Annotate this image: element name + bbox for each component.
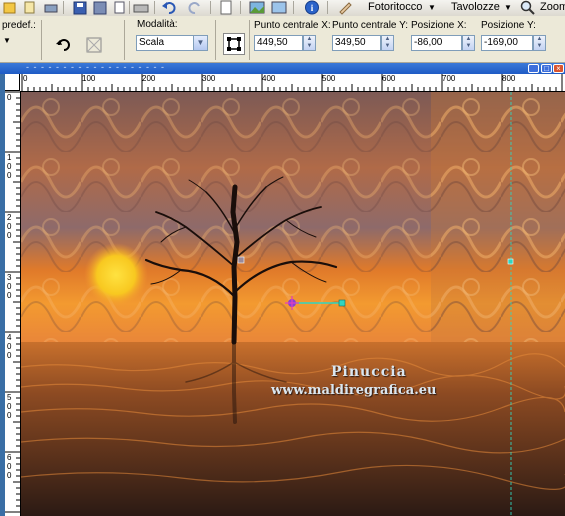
toolbar-separator — [210, 1, 211, 14]
zoom-icon[interactable] — [520, 0, 536, 15]
open-file-icon[interactable] — [2, 0, 18, 15]
ruler-label: 400 — [262, 74, 276, 83]
rotate-arrow-icon — [56, 39, 70, 51]
ruler-label: 600 — [7, 453, 12, 480]
toolbar-separator — [293, 1, 294, 14]
preset-dropdown-arrow[interactable]: ▼ — [3, 36, 11, 45]
reset-mesh-button[interactable] — [83, 34, 105, 56]
retouch-icon — [339, 2, 352, 15]
info-icon[interactable]: i — [304, 0, 320, 15]
ruler-label: 0 — [23, 74, 28, 83]
options-separator — [215, 20, 216, 60]
center-x-input[interactable]: 449,50 — [254, 35, 303, 51]
image-icon[interactable] — [249, 0, 265, 15]
center-x-spinner[interactable]: ▲ ▼ — [303, 35, 316, 51]
ruler-label: 200 — [142, 74, 156, 83]
ruler-label: 300 — [202, 74, 216, 83]
vertical-ruler[interactable]: 0 100 200 300 400 500 600 — [5, 91, 21, 516]
center-y-input[interactable]: 349,50 — [332, 35, 381, 51]
ruler-label: 100 — [82, 74, 96, 83]
ruler-label: 600 — [382, 74, 396, 83]
ruler-label: 0 — [7, 93, 12, 102]
image-window-titlebar[interactable]: - - - - - - - - - - - - - - - - - - - — [0, 63, 565, 74]
toolbar-separator — [240, 1, 241, 14]
reset-button[interactable] — [53, 34, 75, 56]
toolbar-separator — [154, 1, 155, 14]
close-button[interactable]: × — [553, 64, 564, 73]
watermark-url: www.maldiregrafica.eu — [271, 383, 437, 398]
pos-y-spinner[interactable]: ▲ ▼ — [533, 35, 546, 51]
chevron-down-icon[interactable]: ▼ — [428, 3, 436, 12]
ruler-label: 800 — [502, 74, 516, 83]
toolbar-separator — [63, 1, 64, 14]
ruler-label: 200 — [7, 213, 12, 240]
mode-label: Modalità: — [137, 19, 178, 30]
chevron-down-icon[interactable]: ▼ — [504, 3, 512, 12]
minimize-button[interactable]: _ — [528, 64, 539, 73]
tool-options-bar: predef.: ▼ Modalità: Scala ▼ Punto centr… — [0, 16, 565, 63]
main-toolbar: i Fotoritocco ▼ Tavolozze ▼ Zoom — [0, 0, 565, 17]
options-separator — [249, 20, 250, 60]
print-icon[interactable] — [43, 0, 59, 15]
scanner-icon[interactable] — [133, 0, 149, 15]
toolbar-separator — [129, 1, 130, 14]
ruler-label: 500 — [322, 74, 336, 83]
browse-icon[interactable] — [22, 0, 38, 15]
ruler-label: 100 — [7, 153, 12, 180]
toolbar-separator — [327, 1, 328, 14]
options-separator — [41, 20, 42, 60]
center-x-label: Punto centrale X: — [254, 20, 331, 31]
save-as-icon[interactable] — [92, 0, 108, 15]
center-y-label: Punto centrale Y: — [332, 20, 408, 31]
watermark-name: Pinuccia — [331, 364, 407, 380]
pos-x-label: Posizione X: — [411, 20, 467, 31]
menu-zoom[interactable]: Zoom — [540, 1, 565, 13]
center-y-spinner[interactable]: ▲ ▼ — [381, 35, 394, 51]
preset-label: predef.: — [2, 20, 36, 31]
mesh-toggle-button[interactable] — [223, 33, 245, 55]
maximize-button[interactable]: □ — [541, 64, 552, 73]
sunset-tree-image — [21, 92, 565, 516]
pos-x-spinner[interactable]: ▲ ▼ — [462, 35, 475, 51]
ruler-label: 500 — [7, 393, 12, 420]
undo-icon[interactable] — [161, 0, 177, 15]
chevron-down-icon[interactable]: ▼ — [193, 35, 208, 51]
image-gallery-icon[interactable] — [271, 0, 287, 15]
ruler-corner — [5, 74, 20, 91]
menu-fotoritocco[interactable]: Fotoritocco — [368, 1, 422, 13]
pos-y-input[interactable]: -169,00 — [481, 35, 533, 51]
deform-box-icon — [227, 37, 241, 51]
pos-y-label: Posizione Y: — [481, 20, 536, 31]
mesh-icon — [86, 37, 102, 53]
copy-icon[interactable] — [111, 0, 127, 15]
ruler-label: 300 — [7, 273, 12, 300]
horizontal-ruler[interactable]: 0 100 200 300 400 500 600 700 800 — [20, 74, 565, 92]
ruler-ticks — [21, 74, 563, 91]
ruler-label: 400 — [7, 333, 12, 360]
save-icon[interactable] — [72, 0, 88, 15]
document-icon[interactable] — [218, 0, 234, 15]
ruler-label: 700 — [442, 74, 456, 83]
pos-x-input[interactable]: -86,00 — [411, 35, 462, 51]
image-canvas[interactable]: Pinuccia www.maldiregrafica.eu — [21, 92, 565, 516]
mode-select[interactable]: Scala — [136, 35, 194, 51]
options-separator — [124, 20, 125, 60]
menu-tavolozze[interactable]: Tavolozze — [451, 1, 500, 13]
redo-icon[interactable] — [187, 0, 203, 15]
